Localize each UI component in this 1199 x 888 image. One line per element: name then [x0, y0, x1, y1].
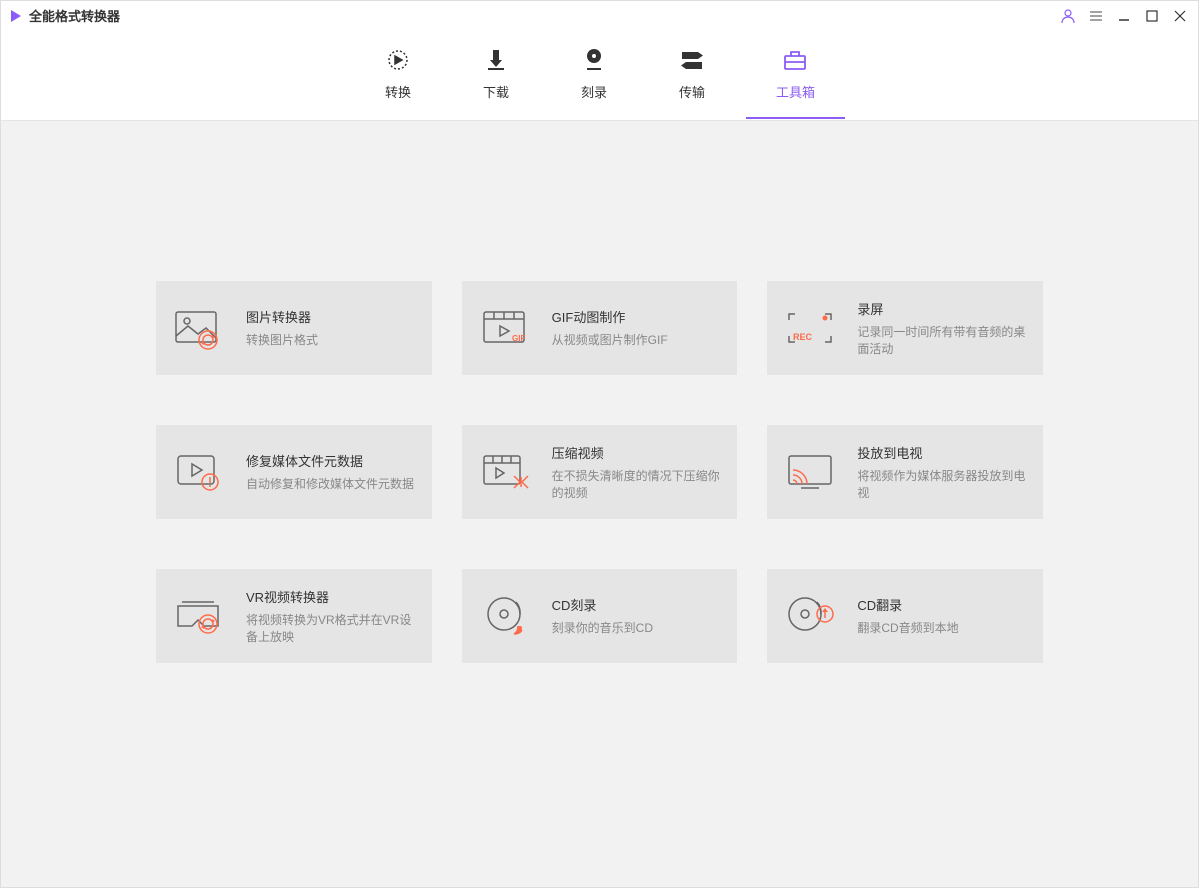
tool-title: 修复媒体文件元数据: [246, 451, 414, 470]
tool-desc: 从视频或图片制作GIF: [552, 332, 668, 349]
tool-title: CD刻录: [552, 595, 653, 614]
tool-text: 图片转换器 转换图片格式: [246, 307, 318, 349]
cast-tv-icon: [781, 448, 839, 496]
tool-title: GIF动图制作: [552, 307, 668, 326]
burn-icon: [580, 46, 608, 74]
tool-desc: 翻录CD音频到本地: [857, 620, 958, 637]
tool-text: 录屏 记录同一时间所有带有音频的桌面活动: [857, 299, 1029, 358]
tool-cd-rip[interactable]: CD翻录 翻录CD音频到本地: [767, 569, 1043, 663]
tool-title: 投放到电视: [857, 443, 1029, 462]
tab-label: 转换: [385, 82, 411, 101]
tool-desc: 将视频转换为VR格式并在VR设备上放映: [246, 612, 418, 646]
image-converter-icon: [170, 304, 228, 352]
tool-vr-converter[interactable]: VR视频转换器 将视频转换为VR格式并在VR设备上放映: [156, 569, 432, 663]
screen-record-icon: REC: [781, 304, 839, 352]
tab-convert[interactable]: 转换: [384, 46, 412, 119]
app-window: 全能格式转换器: [0, 0, 1199, 888]
titlebar-left: 全能格式转换器: [11, 6, 1060, 25]
tool-text: CD刻录 刻录你的音乐到CD: [552, 595, 653, 637]
titlebar-right: [1060, 8, 1188, 24]
tool-image-converter[interactable]: 图片转换器 转换图片格式: [156, 281, 432, 375]
tool-desc: 将视频作为媒体服务器投放到电视: [857, 468, 1029, 502]
app-logo-icon: [11, 10, 21, 22]
user-icon[interactable]: [1060, 8, 1076, 24]
tab-toolbox[interactable]: 工具箱: [776, 46, 815, 119]
tool-desc: 记录同一时间所有带有音频的桌面活动: [857, 324, 1029, 358]
content-area: 图片转换器 转换图片格式 GIF: [1, 121, 1198, 887]
transfer-icon: [678, 46, 706, 74]
tool-desc: 刻录你的音乐到CD: [552, 620, 653, 637]
tool-desc: 在不损失清晰度的情况下压缩你的视频: [552, 468, 724, 502]
close-button[interactable]: [1172, 8, 1188, 24]
tab-download[interactable]: 下载: [482, 46, 510, 119]
svg-text:GIF: GIF: [512, 334, 525, 343]
tool-desc: 转换图片格式: [246, 332, 318, 349]
menu-icon[interactable]: [1088, 8, 1104, 24]
maximize-button[interactable]: [1144, 8, 1160, 24]
tool-gif-maker[interactable]: GIF GIF动图制作 从视频或图片制作GIF: [462, 281, 738, 375]
tools-grid: 图片转换器 转换图片格式 GIF: [156, 281, 1043, 663]
vr-converter-icon: [170, 592, 228, 640]
tool-cd-burn[interactable]: CD刻录 刻录你的音乐到CD: [462, 569, 738, 663]
tool-text: CD翻录 翻录CD音频到本地: [857, 595, 958, 637]
tool-screen-record[interactable]: REC 录屏 记录同一时间所有带有音频的桌面活动: [767, 281, 1043, 375]
compress-video-icon: [476, 448, 534, 496]
tool-text: 压缩视频 在不损失清晰度的情况下压缩你的视频: [552, 443, 724, 502]
tab-label: 刻录: [581, 82, 607, 101]
tool-desc: 自动修复和修改媒体文件元数据: [246, 476, 414, 493]
tab-label: 传输: [679, 82, 705, 101]
toolbox-icon: [781, 46, 809, 74]
cd-rip-icon: [781, 592, 839, 640]
tab-label: 下载: [483, 82, 509, 101]
cd-burn-icon: [476, 592, 534, 640]
download-icon: [482, 46, 510, 74]
tool-title: VR视频转换器: [246, 587, 418, 606]
app-title: 全能格式转换器: [29, 6, 120, 25]
tool-cast-tv[interactable]: 投放到电视 将视频作为媒体服务器投放到电视: [767, 425, 1043, 519]
tab-label: 工具箱: [776, 82, 815, 101]
nav-tabs: 转换 下载 刻录: [1, 31, 1198, 121]
gif-maker-icon: GIF: [476, 304, 534, 352]
convert-icon: [384, 46, 412, 74]
tool-compress-video[interactable]: 压缩视频 在不损失清晰度的情况下压缩你的视频: [462, 425, 738, 519]
tab-transfer[interactable]: 传输: [678, 46, 706, 119]
fix-metadata-icon: [170, 448, 228, 496]
tool-title: 录屏: [857, 299, 1029, 318]
tab-burn[interactable]: 刻录: [580, 46, 608, 119]
tool-text: 修复媒体文件元数据 自动修复和修改媒体文件元数据: [246, 451, 414, 493]
tool-fix-metadata[interactable]: 修复媒体文件元数据 自动修复和修改媒体文件元数据: [156, 425, 432, 519]
tool-text: VR视频转换器 将视频转换为VR格式并在VR设备上放映: [246, 587, 418, 646]
tool-title: CD翻录: [857, 595, 958, 614]
tool-title: 压缩视频: [552, 443, 724, 462]
minimize-button[interactable]: [1116, 8, 1132, 24]
tool-title: 图片转换器: [246, 307, 318, 326]
titlebar: 全能格式转换器: [1, 1, 1198, 31]
tool-text: 投放到电视 将视频作为媒体服务器投放到电视: [857, 443, 1029, 502]
tool-text: GIF动图制作 从视频或图片制作GIF: [552, 307, 668, 349]
svg-text:REC: REC: [793, 332, 813, 342]
